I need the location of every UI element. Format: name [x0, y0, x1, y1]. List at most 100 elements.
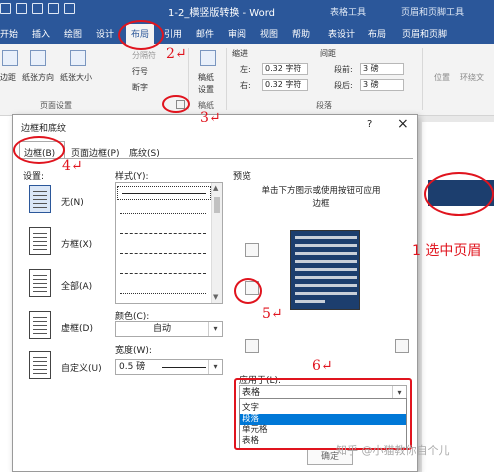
preset-none-icon[interactable] [29, 185, 51, 213]
orientation-button[interactable]: 纸张方向 [22, 72, 54, 83]
indent-right-input[interactable]: 0.32 字符 [262, 79, 308, 91]
paragraph-group: 段落 [316, 101, 332, 110]
highlight-page-setup-launcher [162, 95, 190, 113]
scroll-thumb[interactable] [214, 197, 220, 213]
step-1-note: 1 选中页眉 [412, 243, 482, 259]
step-6-number: 6↵ [312, 358, 333, 374]
tab-insert[interactable]: 插入 [32, 27, 50, 40]
chevron-down-icon[interactable]: ▾ [208, 322, 222, 336]
preset-custom-label[interactable]: 自定义(U) [61, 361, 102, 374]
space-after-input[interactable]: 3 磅 [360, 79, 404, 91]
size-icon[interactable] [70, 50, 86, 66]
preset-none-label[interactable]: 无(N) [61, 195, 84, 208]
ribbon: 边距 纸张方向 纸张大小 分隔符 行号 断字 页面设置 稿纸 设置 稿纸 缩进 … [0, 44, 494, 116]
size-button[interactable]: 纸张大小 [60, 72, 92, 83]
step-3-number: 3↵ [200, 110, 221, 126]
tab-home[interactable]: 开始 [0, 27, 18, 40]
style-label: 样式(Y): [115, 172, 149, 182]
tab-table-design[interactable]: 表设计 [328, 27, 355, 40]
preview-page[interactable] [290, 230, 360, 310]
style-dotted-line[interactable] [120, 213, 206, 214]
tab-references[interactable]: 引用 [164, 27, 182, 40]
highlight-middle-border-button [234, 278, 262, 304]
style-dash-dot-dot-line[interactable] [120, 293, 206, 294]
highlight-borders-tab [13, 136, 65, 164]
preview-label: 预览 [233, 172, 252, 182]
preview-hint: 单击下方图示或使用按钮可应用边框 [261, 186, 381, 209]
preset-grid-label[interactable]: 虚框(D) [61, 321, 93, 334]
right-border-button[interactable] [359, 339, 373, 353]
left-border-button[interactable] [295, 339, 309, 353]
highlight-header [424, 172, 494, 216]
redo-icon[interactable] [32, 3, 43, 14]
style-list-scrollbar[interactable]: ▲ ▼ [211, 183, 222, 303]
step-5-number: 5↵ [262, 306, 283, 322]
tab-design[interactable]: 设计 [96, 27, 114, 40]
highlight-layout-tab [118, 20, 164, 50]
width-value: 0.5 磅 [119, 362, 146, 372]
wrap-text-button[interactable]: 环绕文 [460, 72, 484, 83]
preset-all-label[interactable]: 全部(A) [61, 279, 92, 292]
window-title: 1-2_横竖版转换 - Word [168, 8, 276, 19]
close-icon[interactable]: × [397, 116, 409, 132]
margins-button[interactable]: 边距 [0, 72, 16, 83]
ribbon-tabs: 开始 插入 绘图 设计 布局 引用 邮件 审阅 视图 帮助 表设计 布局 页眉和… [0, 22, 494, 44]
preset-grid-icon[interactable] [29, 311, 51, 339]
breaks-button[interactable]: 分隔符 [132, 50, 156, 61]
space-after-label: 段后: [334, 81, 353, 90]
setting-label: 设置: [23, 172, 45, 182]
quick-access-toolbar [0, 3, 75, 14]
tab-draw[interactable]: 绘图 [64, 27, 82, 40]
style-long-dash-line[interactable] [120, 253, 206, 254]
indent-left-label: 左: [240, 65, 251, 74]
step-4-number: 4↵ [62, 158, 83, 174]
color-select[interactable]: 自动 ▾ [115, 321, 223, 337]
position-button[interactable]: 位置 [434, 72, 450, 83]
border-style-list[interactable]: ▲ ▼ [115, 182, 223, 304]
space-before-input[interactable]: 3 磅 [360, 63, 404, 75]
style-dashed-line[interactable] [120, 233, 206, 234]
margins-icon[interactable] [2, 50, 18, 66]
tab-review[interactable]: 审阅 [228, 27, 246, 40]
top-border-button[interactable] [245, 243, 259, 257]
divider [422, 48, 423, 110]
center-border-button[interactable] [331, 339, 345, 353]
tab-mailings[interactable]: 邮件 [196, 27, 214, 40]
preset-custom-icon[interactable] [29, 351, 51, 379]
preset-box-icon[interactable] [29, 227, 51, 255]
width-label: 宽度(W): [115, 346, 152, 356]
help-button[interactable]: ? [367, 119, 372, 130]
manuscript-icon[interactable] [200, 50, 216, 66]
watermark: 知乎 @小猫教你自个儿 [336, 444, 450, 457]
indent-left-input[interactable]: 0.32 字符 [262, 63, 308, 75]
dialog-title: 边框和底纹 [21, 124, 67, 134]
page-setup-group: 页面设置 [40, 101, 72, 110]
tab-table-layout[interactable]: 布局 [368, 27, 386, 40]
spacing-heading: 间距 [320, 49, 336, 58]
chevron-down-icon[interactable]: ▾ [208, 360, 222, 374]
style-solid-line[interactable] [117, 186, 211, 200]
orientation-icon[interactable] [30, 50, 46, 66]
manuscript-settings-label: 设置 [198, 85, 214, 94]
tab-help[interactable]: 帮助 [292, 27, 310, 40]
line-numbers-button[interactable]: 行号 [132, 66, 148, 77]
width-select[interactable]: 0.5 磅 ▾ [115, 359, 223, 375]
customize-icon[interactable] [64, 3, 75, 14]
save-icon[interactable] [0, 3, 11, 14]
scroll-down-icon[interactable]: ▼ [213, 293, 218, 301]
scroll-up-icon[interactable]: ▲ [213, 184, 218, 192]
divider [226, 48, 227, 110]
undo-icon[interactable] [16, 3, 27, 14]
title-bar: 1-2_横竖版转换 - Word 表格工具 页眉和页脚工具 [0, 0, 494, 22]
color-value: 自动 [152, 324, 171, 334]
diagonal-up-border-button[interactable] [395, 339, 409, 353]
tab-view[interactable]: 视图 [260, 27, 278, 40]
diagonal-down-border-button[interactable] [245, 339, 259, 353]
hyphenation-button[interactable]: 断字 [132, 82, 148, 93]
preset-box-label[interactable]: 方框(X) [61, 237, 92, 250]
style-dash-dot-line[interactable] [120, 273, 206, 274]
preset-all-icon[interactable] [29, 269, 51, 297]
print-preview-icon[interactable] [48, 3, 59, 14]
tab-header-footer[interactable]: 页眉和页脚 [402, 27, 447, 40]
manuscript-button[interactable]: 稿纸 [198, 72, 214, 83]
